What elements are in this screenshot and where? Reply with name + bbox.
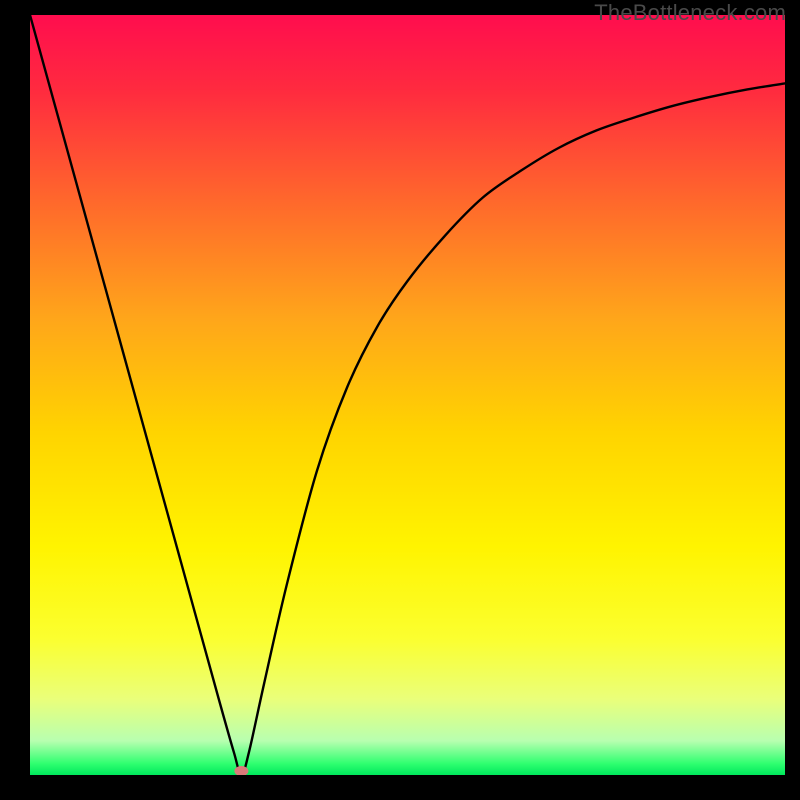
chart-background	[30, 15, 785, 775]
chart-frame	[30, 15, 785, 775]
chart-svg	[30, 15, 785, 775]
watermark-text: TheBottleneck.com	[594, 0, 786, 26]
